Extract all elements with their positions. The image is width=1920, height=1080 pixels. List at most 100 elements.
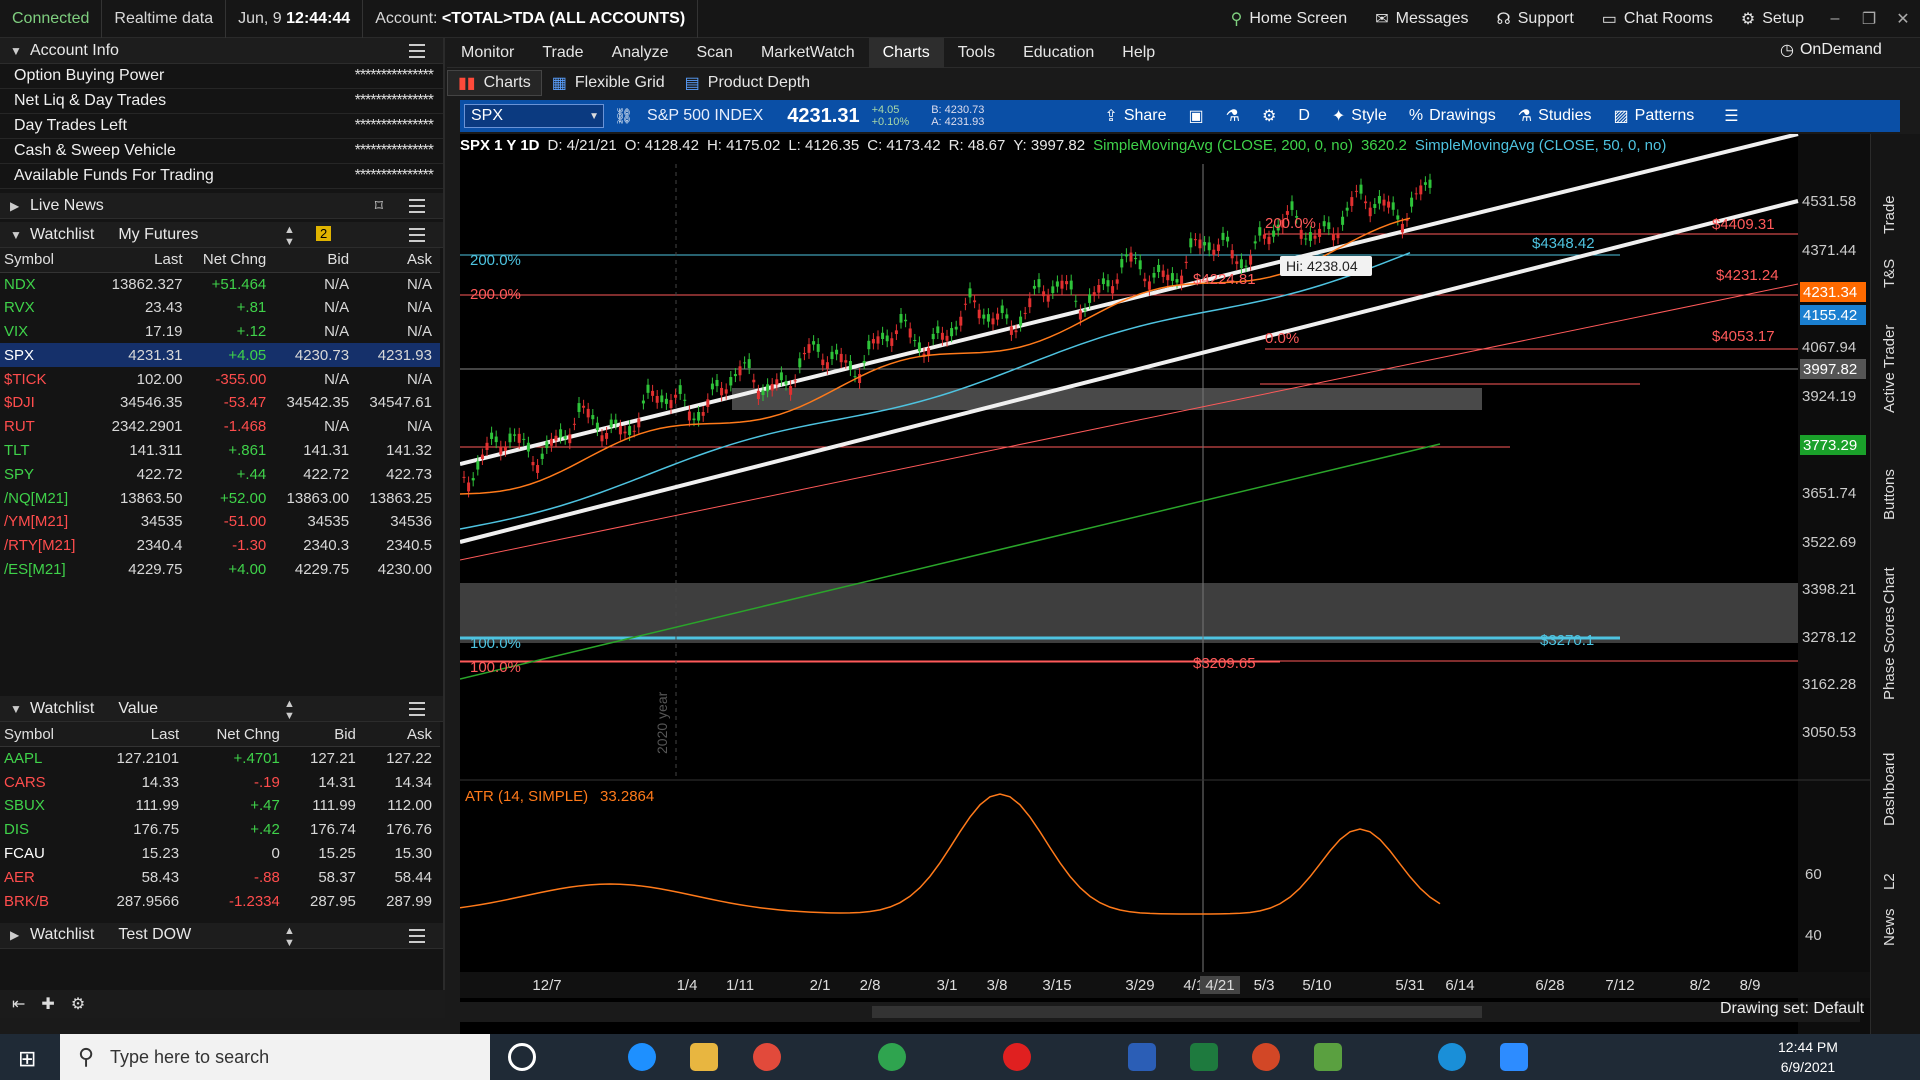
symbol-cell[interactable]: RVX bbox=[0, 296, 98, 320]
symbol-cell[interactable]: $DJI bbox=[0, 391, 98, 415]
account-info-header[interactable]: ▼ Account Info bbox=[0, 38, 443, 64]
table-row[interactable]: SPX 4231.31 +4.05 4230.73 4231.93 bbox=[0, 343, 440, 368]
ask-cell[interactable]: 4231.93 bbox=[357, 343, 440, 368]
right-tab-t-s[interactable]: T&S bbox=[1881, 259, 1898, 288]
chart-area[interactable]: 4531.58 4371.44 4067.94 3924.19 3651.74 3522.… bbox=[460, 134, 1870, 1034]
edge-icon[interactable] bbox=[628, 1043, 656, 1071]
drawings-button[interactable]: % Drawings bbox=[1409, 107, 1496, 125]
ask-cell[interactable]: N/A bbox=[357, 367, 440, 391]
symbol-cell[interactable]: /YM[M21] bbox=[0, 510, 98, 534]
messages-button[interactable]: ✉ Messages bbox=[1361, 0, 1482, 38]
menu-scan[interactable]: Scan bbox=[682, 38, 746, 68]
ask-cell[interactable]: 58.44 bbox=[364, 865, 440, 889]
bid-cell[interactable]: 13863.00 bbox=[274, 486, 357, 510]
setup-button[interactable]: ⚙ Setup bbox=[1727, 0, 1818, 38]
column-header[interactable]: Last bbox=[87, 722, 188, 747]
collapse-icon[interactable]: ⇤ bbox=[12, 994, 25, 1014]
table-row[interactable]: SPY 422.72 +.44 422.72 422.73 bbox=[0, 462, 440, 486]
symbol-cell[interactable]: AER bbox=[0, 865, 88, 889]
style-button[interactable]: ✦ Style bbox=[1332, 106, 1387, 126]
table-row[interactable]: /NQ[M21] 13863.50 +52.00 13863.00 13863.25 bbox=[0, 486, 440, 510]
column-header[interactable]: Symbol bbox=[0, 248, 98, 273]
menu-icon[interactable] bbox=[409, 702, 425, 717]
period-button[interactable]: D bbox=[1298, 107, 1310, 125]
bid-cell[interactable]: N/A bbox=[274, 272, 357, 296]
right-tab-active-trader[interactable]: Active Trader bbox=[1881, 325, 1898, 413]
bid-cell[interactable]: 58.37 bbox=[288, 865, 364, 889]
column-header[interactable]: Bid bbox=[274, 248, 358, 273]
menu-icon[interactable] bbox=[409, 228, 425, 242]
column-header[interactable]: Net Chng bbox=[190, 248, 275, 273]
bid-cell[interactable]: 111.99 bbox=[288, 794, 364, 818]
ondemand-button[interactable]: ◷ OnDemand bbox=[1780, 40, 1882, 60]
menu-education[interactable]: Education bbox=[1009, 38, 1108, 68]
ask-cell[interactable]: 127.22 bbox=[364, 746, 440, 770]
column-header[interactable]: Last bbox=[97, 248, 191, 273]
right-tab-news[interactable]: News bbox=[1881, 908, 1898, 946]
column-header[interactable]: Ask bbox=[363, 722, 440, 747]
menu-charts[interactable]: Charts bbox=[868, 37, 944, 68]
ask-cell[interactable]: 14.34 bbox=[364, 770, 440, 794]
right-tab-chart[interactable]: Chart bbox=[1881, 567, 1898, 604]
sma200-label[interactable]: SimpleMovingAvg (CLOSE, 200, 0, no) bbox=[1093, 137, 1353, 154]
table-row[interactable]: /RTY[M21] 2340.4 -1.30 2340.3 2340.5 bbox=[0, 534, 440, 558]
column-header[interactable]: Symbol bbox=[0, 722, 88, 747]
symbol-cell[interactable]: AAPL bbox=[0, 746, 88, 770]
drawing-set-label[interactable]: Drawing set: Default bbox=[1720, 1000, 1864, 1018]
ask-cell[interactable]: 287.99 bbox=[364, 889, 440, 913]
calendar-button[interactable]: ▣ bbox=[1189, 106, 1204, 126]
account-info-row[interactable]: Day Trades Left *************** bbox=[0, 114, 443, 139]
table-row[interactable]: BRK/B 287.9566 -1.2334 287.95 287.99 bbox=[0, 889, 440, 913]
table-row[interactable]: $DJI 34546.35 -53.47 34542.35 34547.61 bbox=[0, 391, 440, 415]
close-button[interactable]: ✕ bbox=[1886, 9, 1920, 29]
powerpoint-icon[interactable] bbox=[1252, 1043, 1280, 1071]
symbol-cell[interactable]: DIS bbox=[0, 818, 88, 842]
minimize-button[interactable]: – bbox=[1818, 10, 1852, 28]
support-button[interactable]: ☊ Support bbox=[1483, 0, 1588, 38]
word-icon[interactable] bbox=[1128, 1043, 1156, 1071]
ask-cell[interactable]: 4230.00 bbox=[357, 558, 440, 582]
menu-icon[interactable] bbox=[409, 928, 425, 943]
symbol-cell[interactable]: VIX bbox=[0, 320, 98, 344]
taskbar-search[interactable]: Type here to search bbox=[60, 1034, 490, 1080]
watchlist-header-2[interactable]: ▼ Watchlist Value ▲ ▼ bbox=[0, 696, 443, 723]
table-row[interactable]: RVX 23.43 +.81 N/A N/A bbox=[0, 296, 440, 320]
ask-cell[interactable]: 34536 bbox=[357, 510, 440, 534]
table-row[interactable]: $TICK 102.00 -355.00 N/A N/A bbox=[0, 367, 440, 391]
watchlist-header-1[interactable]: ▼ Watchlist My Futures ▲ ▼ 2 bbox=[0, 222, 443, 248]
table-row[interactable]: VIX 17.19 +.12 N/A N/A bbox=[0, 320, 440, 344]
table-row[interactable]: RUT 2342.2901 -1.468 N/A N/A bbox=[0, 415, 440, 439]
menu-monitor[interactable]: Monitor bbox=[447, 38, 528, 68]
tab-flexible-grid[interactable]: ▦ Flexible Grid bbox=[542, 70, 675, 96]
cortana-icon[interactable] bbox=[508, 1043, 536, 1071]
menu-trade[interactable]: Trade bbox=[528, 38, 597, 68]
taskbar-clock[interactable]: 12:44 PM 6/9/2021 bbox=[1778, 1037, 1838, 1077]
bid-cell[interactable]: 34535 bbox=[274, 510, 357, 534]
menu-help[interactable]: Help bbox=[1108, 38, 1169, 68]
chat-rooms-button[interactable]: ▭ Chat Rooms bbox=[1588, 0, 1727, 38]
bid-cell[interactable]: 34542.35 bbox=[274, 391, 357, 415]
ask-cell[interactable]: 13863.25 bbox=[357, 486, 440, 510]
symbol-cell[interactable]: /NQ[M21] bbox=[0, 486, 98, 510]
ask-cell[interactable]: 15.30 bbox=[364, 842, 440, 866]
bid-cell[interactable]: 422.72 bbox=[274, 462, 357, 486]
bid-cell[interactable]: N/A bbox=[274, 367, 357, 391]
ask-cell[interactable]: N/A bbox=[357, 320, 440, 344]
add-icon[interactable]: ✚ bbox=[41, 994, 54, 1014]
symbol-cell[interactable]: CARS bbox=[0, 770, 88, 794]
patterns-button[interactable]: ▨ Patterns bbox=[1614, 106, 1695, 126]
ask-cell[interactable]: 34547.61 bbox=[357, 391, 440, 415]
menu-marketwatch[interactable]: MarketWatch bbox=[747, 38, 869, 68]
table-row[interactable]: /YM[M21] 34535 -51.00 34535 34536 bbox=[0, 510, 440, 534]
menu-tools[interactable]: Tools bbox=[944, 38, 1009, 68]
tab-charts[interactable]: ▮▮ Charts bbox=[447, 70, 542, 96]
table-row[interactable]: CARS 14.33 -.19 14.31 14.34 bbox=[0, 770, 440, 794]
symbol-cell[interactable]: $TICK bbox=[0, 367, 98, 391]
symbol-cell[interactable]: SBUX bbox=[0, 794, 88, 818]
right-tab-trade[interactable]: Trade bbox=[1881, 195, 1898, 234]
menu-analyze[interactable]: Analyze bbox=[598, 38, 683, 68]
symbol-cell[interactable]: RUT bbox=[0, 415, 98, 439]
bid-cell[interactable]: 14.31 bbox=[288, 770, 364, 794]
symbol-cell[interactable]: /ES[M21] bbox=[0, 558, 98, 582]
watchlist-header-3[interactable]: ▶ Watchlist Test DOW ▲ ▼ bbox=[0, 922, 443, 949]
